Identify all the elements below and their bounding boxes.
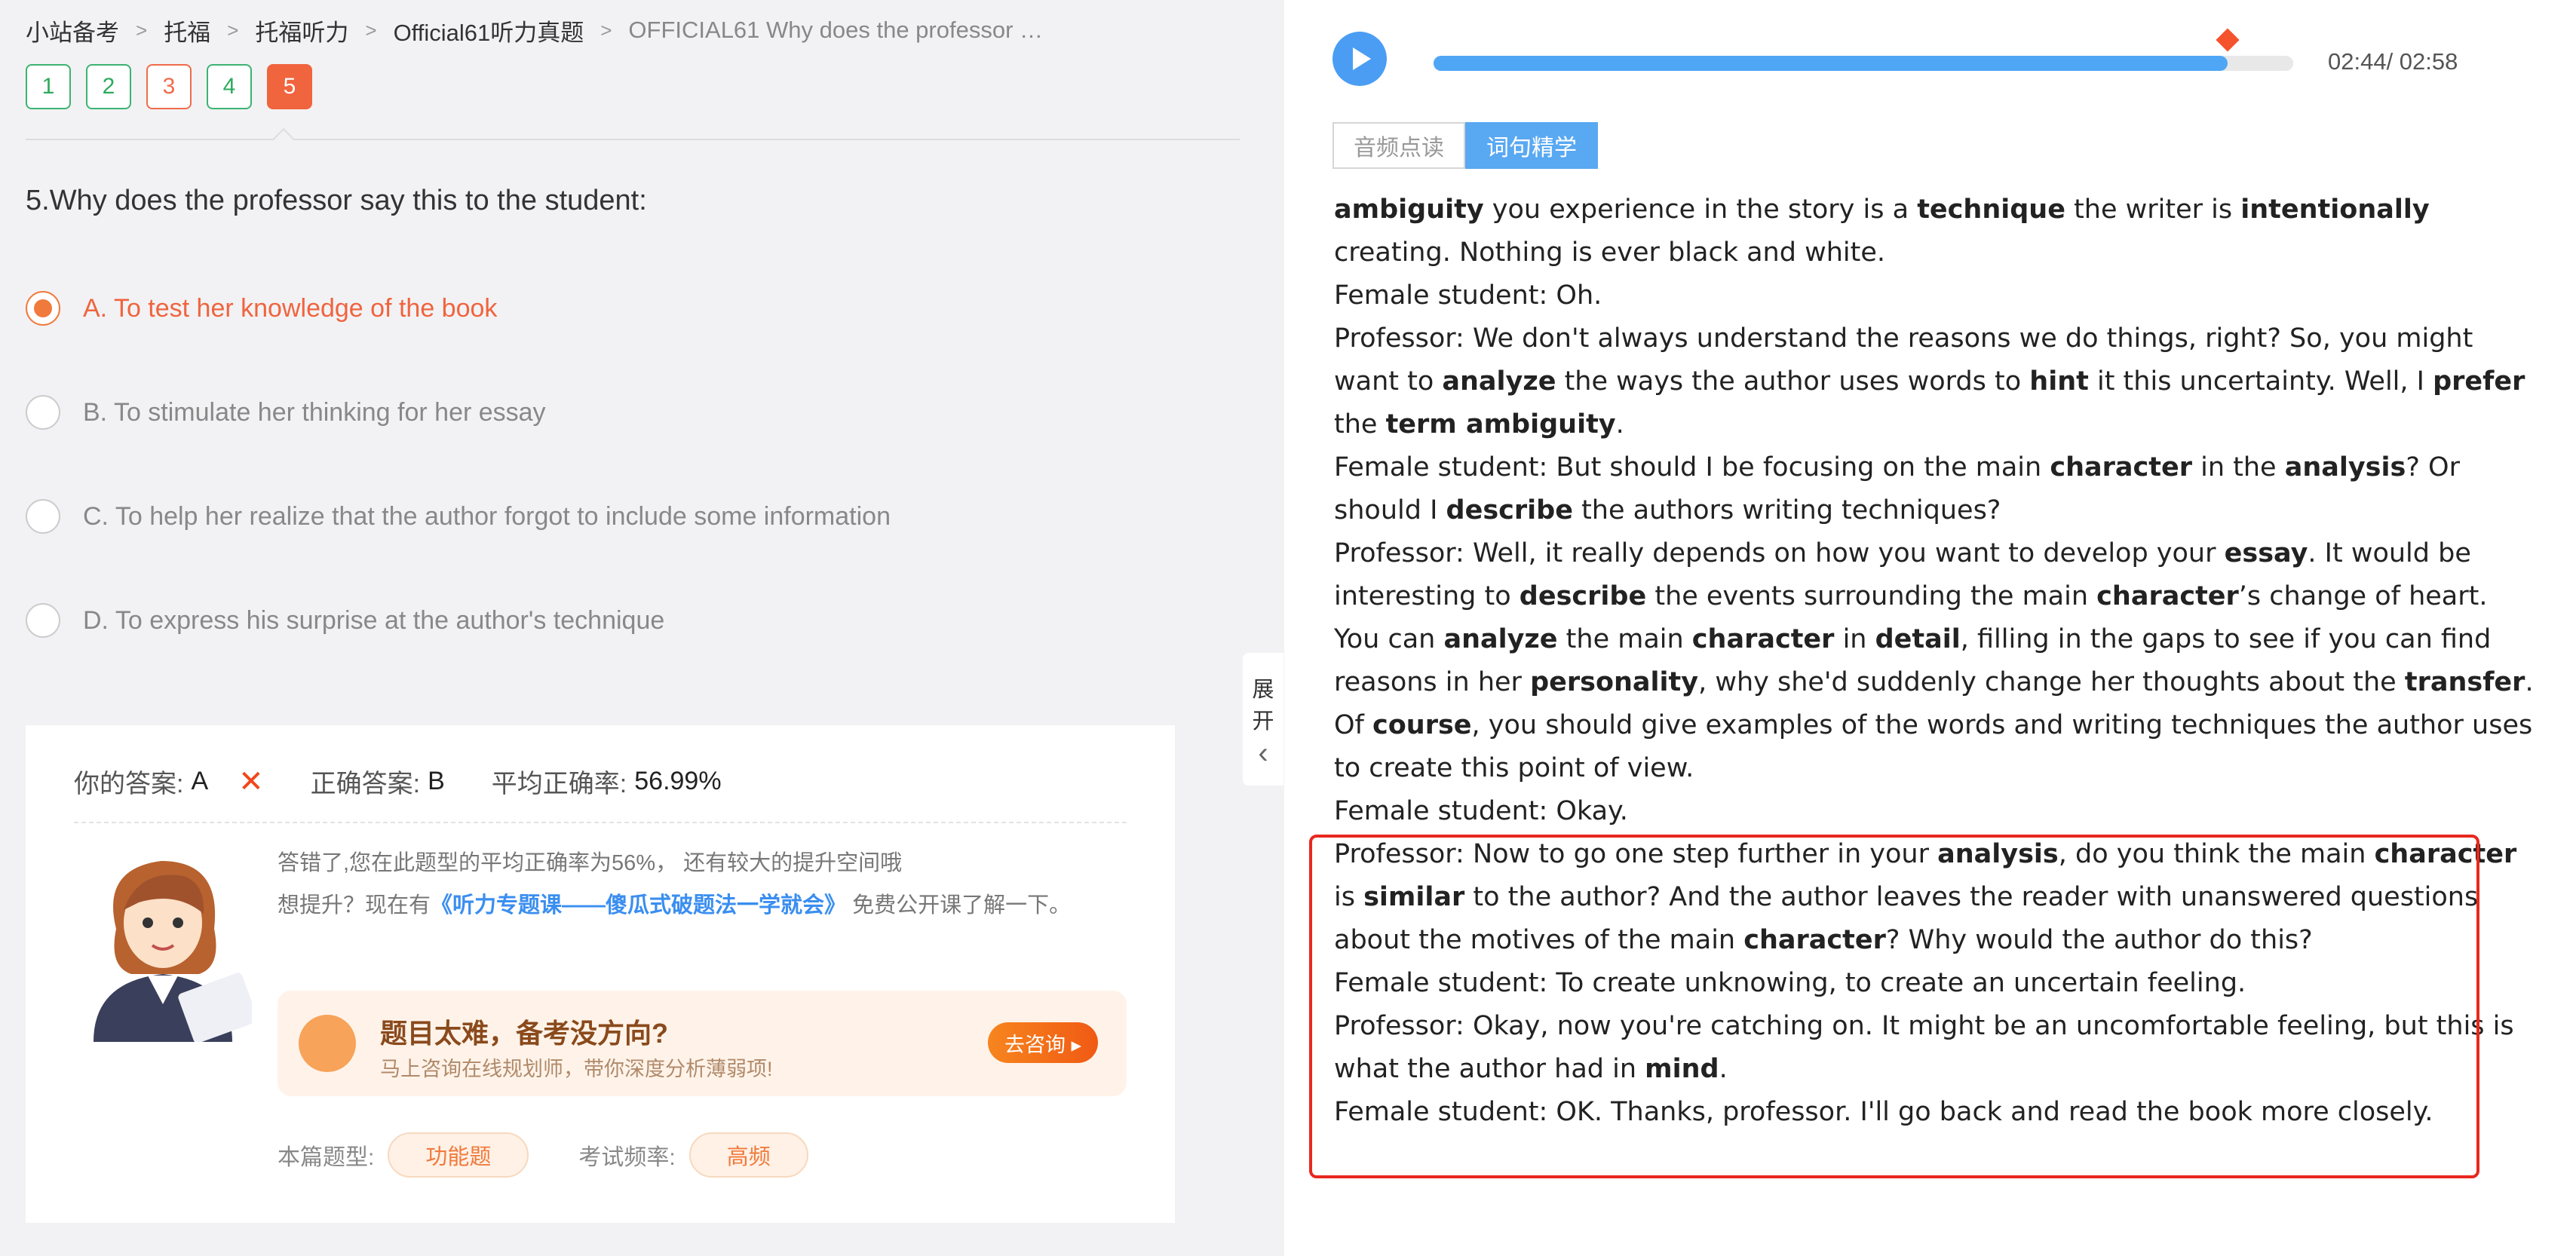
tip-suffix: 免费公开课了解一下。 [846,893,1072,917]
breadcrumb-current: OFFICIAL61 Why does the professor … [628,17,1044,43]
tip-prefix: 想提升？现在有 [278,893,431,917]
correct-answer-value: B [428,767,445,795]
play-icon[interactable] [1332,32,1387,86]
option-b[interactable]: B. To stimulate her thinking for her ess… [26,395,546,430]
transcript-line: ambiguity you experience in the story is… [1334,195,2430,268]
avg-accuracy-value: 56.99% [634,767,722,795]
question-number-3[interactable]: 3 [146,64,192,109]
avg-accuracy-label: 平均正确率: [491,770,627,798]
transcript-line: Professor: Now to go one step further in… [1334,839,2517,955]
transcript-text: ambiguity you experience in the story is… [1334,188,2541,1134]
option-a[interactable]: A. To test her knowledge of the book [26,291,497,326]
consult-banner[interactable]: 题目太难，备考没方向? 马上咨询在线规划师，带你深度分析薄弱项! 去咨询 ▸ [278,991,1127,1096]
breadcrumb-home[interactable]: 小站备考 [26,14,119,47]
question-text: 5.Why does the professor say this to the… [26,185,647,216]
option-d[interactable]: D. To express his surprise at the author… [26,603,664,638]
radio-icon[interactable] [26,395,60,430]
transcript-line: Female student: To create unknowing, to … [1334,968,2246,998]
mode-tabs: 音频点读 词句精学 [1332,122,1598,169]
question-number-4[interactable]: 4 [207,64,252,109]
breadcrumb-toefl[interactable]: 托福 [164,14,210,47]
expand-char-1: 展 [1252,678,1274,702]
tab-audio-reading[interactable]: 音频点读 [1332,122,1465,169]
type-tag: 功能题 [388,1132,529,1178]
question-number-nav: 1 2 3 4 5 [26,64,312,109]
breadcrumb-listening[interactable]: 托福听力 [255,14,348,47]
expand-char-2: 开 [1252,709,1274,734]
radio-checked-icon[interactable] [26,291,60,326]
freq-tag: 高频 [688,1132,808,1178]
consult-button[interactable]: 去咨询 ▸ [988,1022,1098,1063]
type-label: 本篇题型: [278,1145,375,1170]
wrong-x-icon: ✕ [238,764,264,798]
audio-time: 02:44/ 02:58 [2328,48,2458,75]
transcript-line: Female student: Oh. [1334,280,1602,311]
audio-progress-bar[interactable] [1434,28,2293,71]
question-meta: 本篇题型: 功能题 考试频率: 高频 [278,1132,808,1178]
chart-badge-icon [299,1015,356,1072]
question-number-1[interactable]: 1 [26,64,71,109]
breadcrumb-official61[interactable]: Official61听力真题 [394,14,584,47]
question-panel: 小站备考 > 托福 > 托福听力 > Official61听力真题 > OFFI… [0,0,1284,1256]
option-d-label: D. To express his surprise at the author… [83,605,665,635]
transcript-line: Professor: Well, it really depends on ho… [1334,538,2534,783]
divider [26,139,1240,140]
chevron-right-icon: > [136,18,148,41]
chevron-left-icon: ‹ [1258,737,1268,770]
transcript-line: Female student: OK. Thanks, professor. I… [1334,1097,2433,1127]
option-c[interactable]: C. To help her realize that the author f… [26,499,891,534]
your-answer-label: 你的答案: [74,770,184,798]
tutor-avatar-illustration [94,861,252,1042]
course-link[interactable]: 《听力专题课——傻瓜式破题法一学就会》 [431,893,846,917]
freq-label: 考试频率: [578,1145,676,1170]
transcript-line: Female student: But should I be focusing… [1334,452,2460,525]
tip-line-1: 答错了,您在此题型的平均正确率为56%， 还有较大的提升空间哦 [278,851,903,875]
question-number-5[interactable]: 5 [267,64,312,109]
transcript-line: Professor: We don't always understand th… [1334,323,2525,440]
promo-title: 题目太难，备考没方向? [380,1018,668,1049]
result-card: 你的答案: A ✕ 正确答案: B 平均正确率: 56.99% 答错了,您在此题… [26,725,1175,1223]
divider [74,822,1127,823]
promo-subtitle: 马上咨询在线规划师，带你深度分析薄弱项! [380,1058,773,1080]
question-number-2[interactable]: 2 [86,64,131,109]
chevron-right-icon: > [365,18,377,41]
your-answer-value: A [191,767,209,795]
option-a-label: A. To test her knowledge of the book [83,293,498,323]
correct-answer-label: 正确答案: [310,770,421,798]
option-b-label: B. To stimulate her thinking for her ess… [83,397,546,427]
transcript-panel: 02:44/ 02:58 音频点读 词句精学 ambiguity you exp… [1284,0,2576,1256]
breadcrumb: 小站备考 > 托福 > 托福听力 > Official61听力真题 > OFFI… [26,14,1044,47]
chevron-right-icon: > [600,18,612,41]
tab-sentence-study[interactable]: 词句精学 [1465,122,1598,169]
audio-progress-fill [1434,56,2228,71]
radio-icon[interactable] [26,499,60,534]
progress-marker-icon[interactable] [2216,28,2240,52]
active-indicator [272,127,295,150]
transcript-line: Professor: Okay, now you're catching on.… [1334,1011,2514,1084]
option-c-label: C. To help her realize that the author f… [83,501,891,531]
tip-text: 答错了,您在此题型的平均正确率为56%， 还有较大的提升空间哦 想提升？现在有《… [278,842,1145,927]
chevron-right-icon: > [227,18,239,41]
answer-summary: 你的答案: A ✕ 正确答案: B 平均正确率: 56.99% [74,763,722,800]
radio-icon[interactable] [26,603,60,638]
transcript-line: Female student: Okay. [1334,796,1628,826]
tip-line-2: 想提升？现在有《听力专题课——傻瓜式破题法一学就会》 免费公开课了解一下。 [278,884,1145,927]
expand-toggle[interactable]: 展 开 ‹ [1243,653,1283,786]
